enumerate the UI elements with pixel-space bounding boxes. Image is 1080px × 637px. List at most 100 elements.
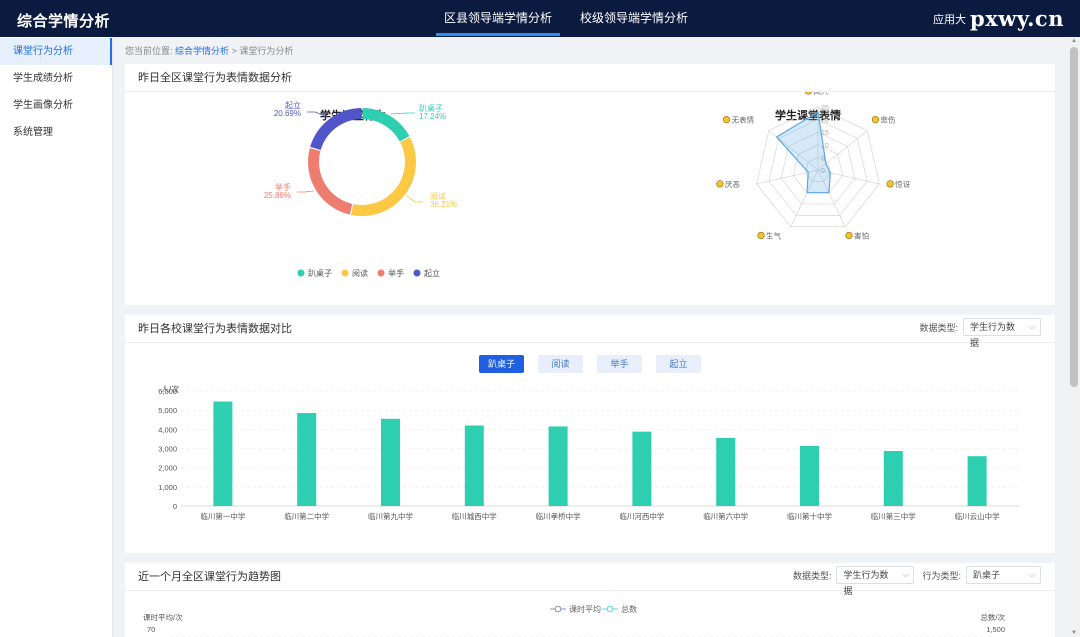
bar-x-tick-label: 临川第二中学	[284, 511, 329, 521]
trend-left-tick-label: 70	[147, 625, 155, 634]
donut-leader-line	[307, 111, 329, 118]
donut-slice-percent: 25.86%	[264, 191, 291, 200]
radar-indicator-label: 厌恶	[725, 180, 740, 189]
nav-tab-district[interactable]: 区县领导端学情分析	[436, 0, 561, 37]
bar-x-tick-label: 临川第一中学	[200, 511, 245, 521]
app-center-link[interactable]: 应用大	[933, 11, 966, 27]
sidebar-item-system[interactable]: 系统管理	[0, 119, 112, 146]
bar-mark	[883, 450, 903, 506]
bar-x-tick-label: 临川第十中学	[787, 511, 832, 521]
tab-reading[interactable]: 阅读	[538, 355, 583, 373]
bar-y-tick-label: 4,000	[158, 425, 177, 434]
sidebar-item-portrait[interactable]: 学生画像分析	[0, 92, 112, 119]
chevron-down-icon: ⌵	[902, 570, 909, 579]
legend-swatch	[341, 269, 349, 277]
bar-y-tick-label: 0	[173, 502, 177, 511]
radar-indicator: 高兴	[805, 92, 829, 96]
radar-tick-label: 25	[821, 105, 829, 112]
legend-label: 举手	[388, 268, 404, 278]
bar-x-tick-label: 临川第九中学	[368, 511, 413, 521]
radar-indicator-label: 惊讶	[895, 179, 911, 189]
watermark-logo: pxwy.cn	[970, 6, 1064, 31]
app-title: 综合学情分析	[17, 13, 111, 30]
radar-indicator-label: 害怕	[854, 230, 869, 240]
overview-card: 昨日全区课堂行为表情数据分析 学生课堂行为 学生课堂表情 趴桌子17.24%阅读…	[125, 64, 1055, 305]
trend-right-axis-title: 总数/次	[980, 612, 1005, 622]
bar-x-tick-label: 临川孝桥中学	[536, 511, 581, 521]
main-content: 您当前位置: 综合学情分析 > 课堂行为分析 昨日全区课堂行为表情数据分析 学生…	[113, 37, 1068, 637]
behavior-type-select[interactable]: 趴桌子 ⌵	[966, 566, 1041, 584]
breadcrumb-prefix: 您当前位置:	[125, 46, 173, 56]
radar-indicator: 厌恶	[716, 180, 740, 189]
donut-slice	[351, 137, 416, 216]
trend-line-chart: 课时平均 总数课时平均/次 70 总数/次 1,500	[143, 604, 1005, 637]
overview-card-title: 昨日全区课堂行为表情数据分析	[125, 64, 1055, 92]
bar-mark	[297, 413, 317, 506]
legend-label: 趴桌子	[308, 268, 332, 278]
scroll-thumb[interactable]	[1070, 47, 1078, 387]
emoji-face-icon	[722, 116, 731, 124]
trend-data-type-label: 数据类型:	[792, 570, 832, 581]
behavior-tabs: 趴桌子 阅读 举手 起立	[479, 355, 715, 373]
radar-indicator-label: 悲伤	[880, 115, 895, 125]
emoji-face-icon	[805, 92, 812, 95]
bar-y-tick-label: 6,000	[158, 387, 177, 396]
radar-indicator-label: 高兴	[814, 92, 829, 96]
chevron-down-icon: ⌵	[1028, 322, 1035, 331]
radar-indicator: 惊讶	[886, 179, 911, 189]
legend-label: 总数	[621, 604, 637, 614]
school-compare-controls: 数据类型: 学生行为数据 ⌵	[919, 318, 1041, 348]
school-bar-chart: 人/次01,0002,0003,0004,0005,0006,000临川第一中学…	[158, 384, 1019, 521]
trend-controls: 数据类型: 学生行为数据 ⌵ 行为类型: 趴桌子 ⌵	[792, 566, 1041, 596]
bar-x-tick-label: 临川第三中学	[871, 511, 916, 521]
breadcrumb-link[interactable]: 综合学情分析	[175, 46, 229, 56]
bar-x-tick-label: 临川河西中学	[619, 511, 664, 521]
bar-x-tick-label: 临川第六中学	[703, 511, 748, 521]
tab-hand-raise[interactable]: 举手	[597, 355, 642, 373]
data-type-select[interactable]: 学生行为数据 ⌵	[963, 318, 1041, 348]
tab-lying[interactable]: 趴桌子	[479, 355, 524, 373]
legend-swatch	[413, 269, 421, 277]
main-nav: 区县领导端学情分析 校级领导端学情分析	[436, 0, 708, 37]
scroll-up-icon[interactable]: ▲	[1071, 38, 1077, 44]
legend-marker	[606, 605, 614, 613]
sidebar-item-behavior[interactable]: 课堂行为分析	[0, 38, 112, 65]
legend-swatch	[297, 269, 305, 277]
bar-mark	[632, 431, 652, 506]
breadcrumb: 您当前位置: 综合学情分析 > 课堂行为分析	[125, 44, 293, 57]
top-navigation-bar: 综合学情分析 区县领导端学情分析 校级领导端学情分析 应用大 pxwy.cn	[0, 0, 1080, 37]
bar-mark	[800, 446, 819, 506]
trend-data-type-select[interactable]: 学生行为数据 ⌵	[836, 566, 915, 596]
bar-mark	[548, 426, 568, 506]
donut-slice-percent: 36.21%	[430, 200, 457, 209]
sidebar: 课堂行为分析 学生成绩分析 学生画像分析 系统管理	[0, 37, 113, 637]
nav-tab-school[interactable]: 校级领导端学情分析	[572, 0, 696, 37]
chevron-down-icon: ⌵	[1028, 570, 1035, 579]
bar-mark	[381, 418, 400, 506]
legend-swatch	[377, 269, 385, 277]
bar-y-tick-label: 3,000	[158, 445, 177, 454]
behavior-type-label: 行为类型:	[922, 570, 961, 581]
tab-stand-up[interactable]: 起立	[656, 355, 701, 373]
trend-left-axis-title: 课时平均/次	[143, 612, 183, 622]
trend-card: 近一个月全区课堂行为趋势图 数据类型: 学生行为数据 ⌵ 行为类型: 趴桌子 ⌵…	[125, 563, 1055, 637]
emoji-face-icon	[886, 180, 894, 188]
bar-mark	[213, 401, 233, 506]
legend-marker	[554, 605, 562, 613]
sidebar-item-scores[interactable]: 学生成绩分析	[0, 65, 112, 92]
bar-y-tick-label: 5,000	[158, 406, 177, 415]
radar-indicator: 害怕	[845, 230, 869, 240]
bar-mark	[967, 456, 987, 506]
legend-label: 课时平均	[569, 604, 601, 614]
bar-x-tick-label: 临川城西中学	[452, 511, 497, 521]
header-right: 应用大 pxwy.cn	[933, 0, 1064, 37]
data-type-label: 数据类型:	[919, 322, 958, 333]
trend-right-tick-label: 1,500	[986, 625, 1005, 634]
emoji-face-icon	[871, 116, 880, 124]
school-compare-title: 昨日各校课堂行为表情数据对比	[125, 315, 1055, 343]
donut-slice-percent: 20.69%	[274, 109, 301, 118]
donut-leader-line	[406, 195, 423, 203]
emoji-face-icon	[757, 231, 765, 240]
scroll-down-icon[interactable]: ▼	[1071, 630, 1077, 636]
vertical-scrollbar[interactable]: ▲ ▼	[1068, 37, 1080, 637]
